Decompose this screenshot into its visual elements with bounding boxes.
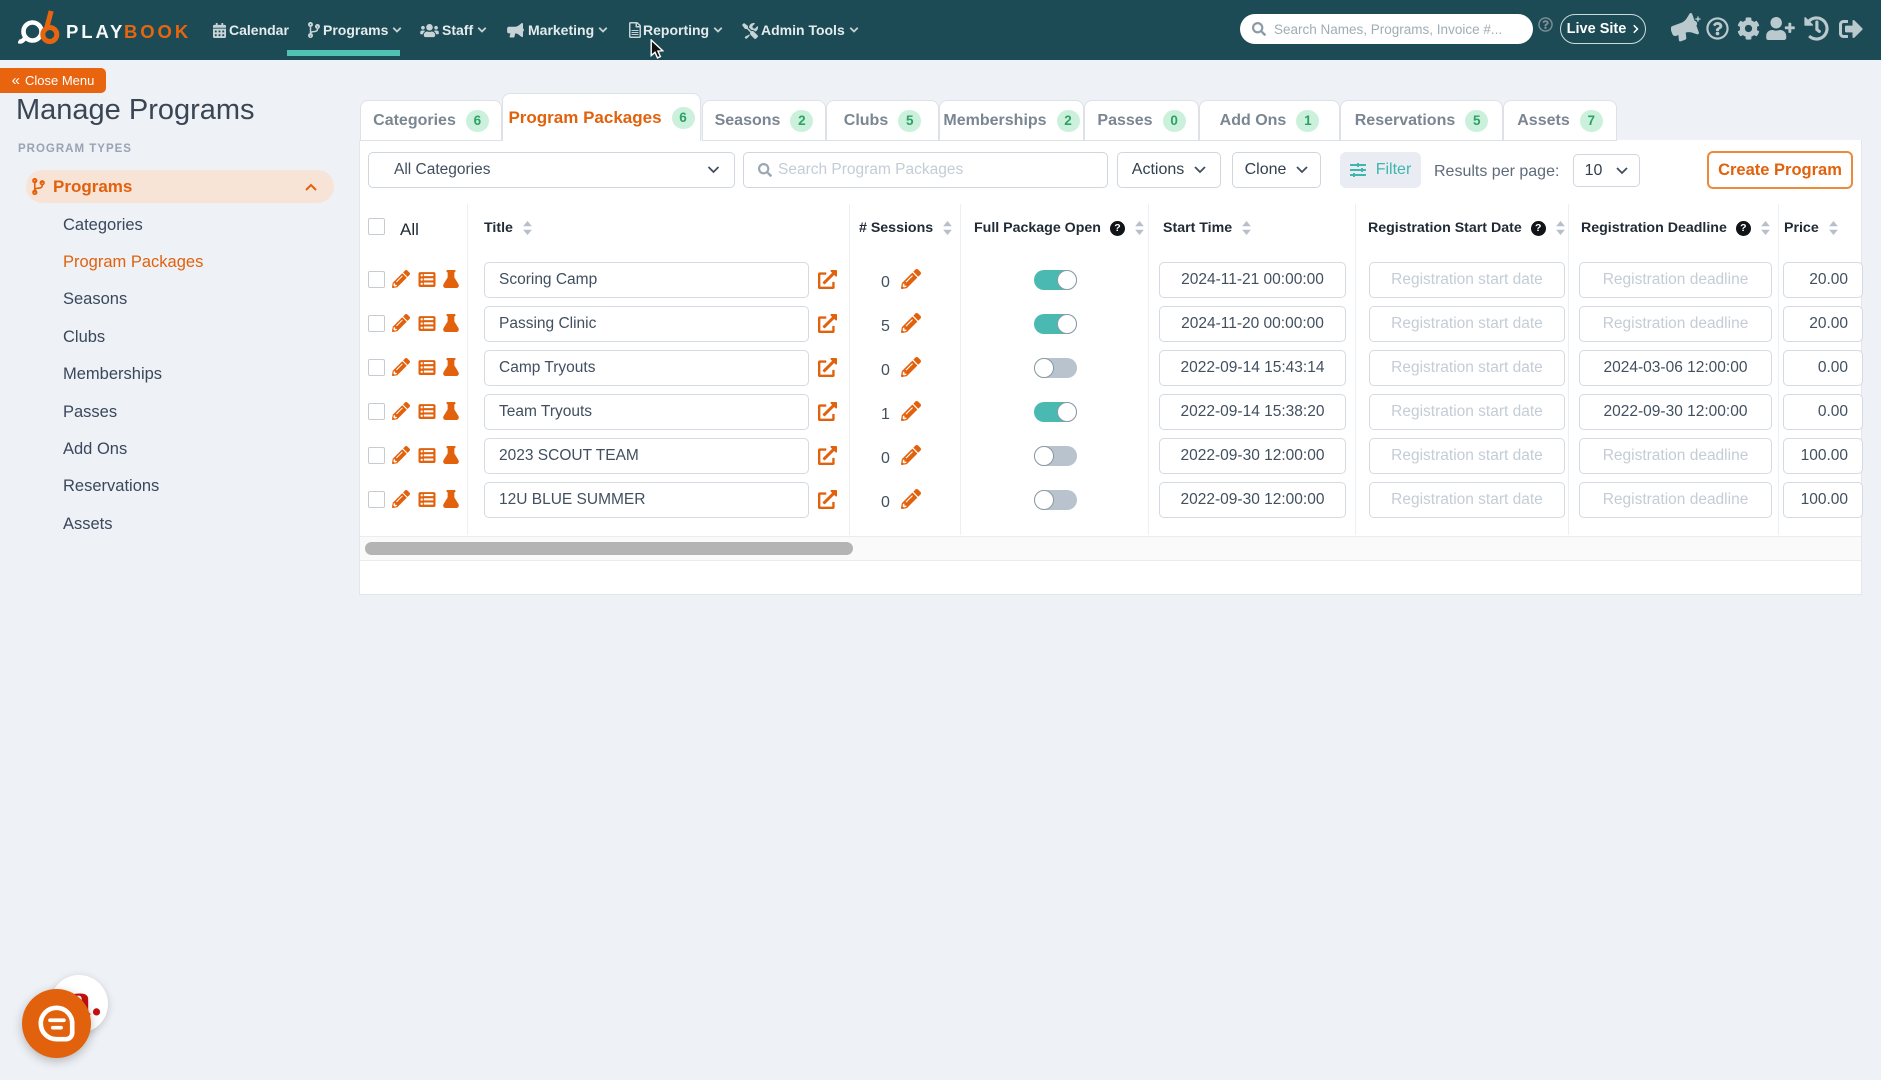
svg-text:PLAY: PLAY xyxy=(66,21,125,42)
svg-text:BOOK: BOOK xyxy=(124,21,191,42)
